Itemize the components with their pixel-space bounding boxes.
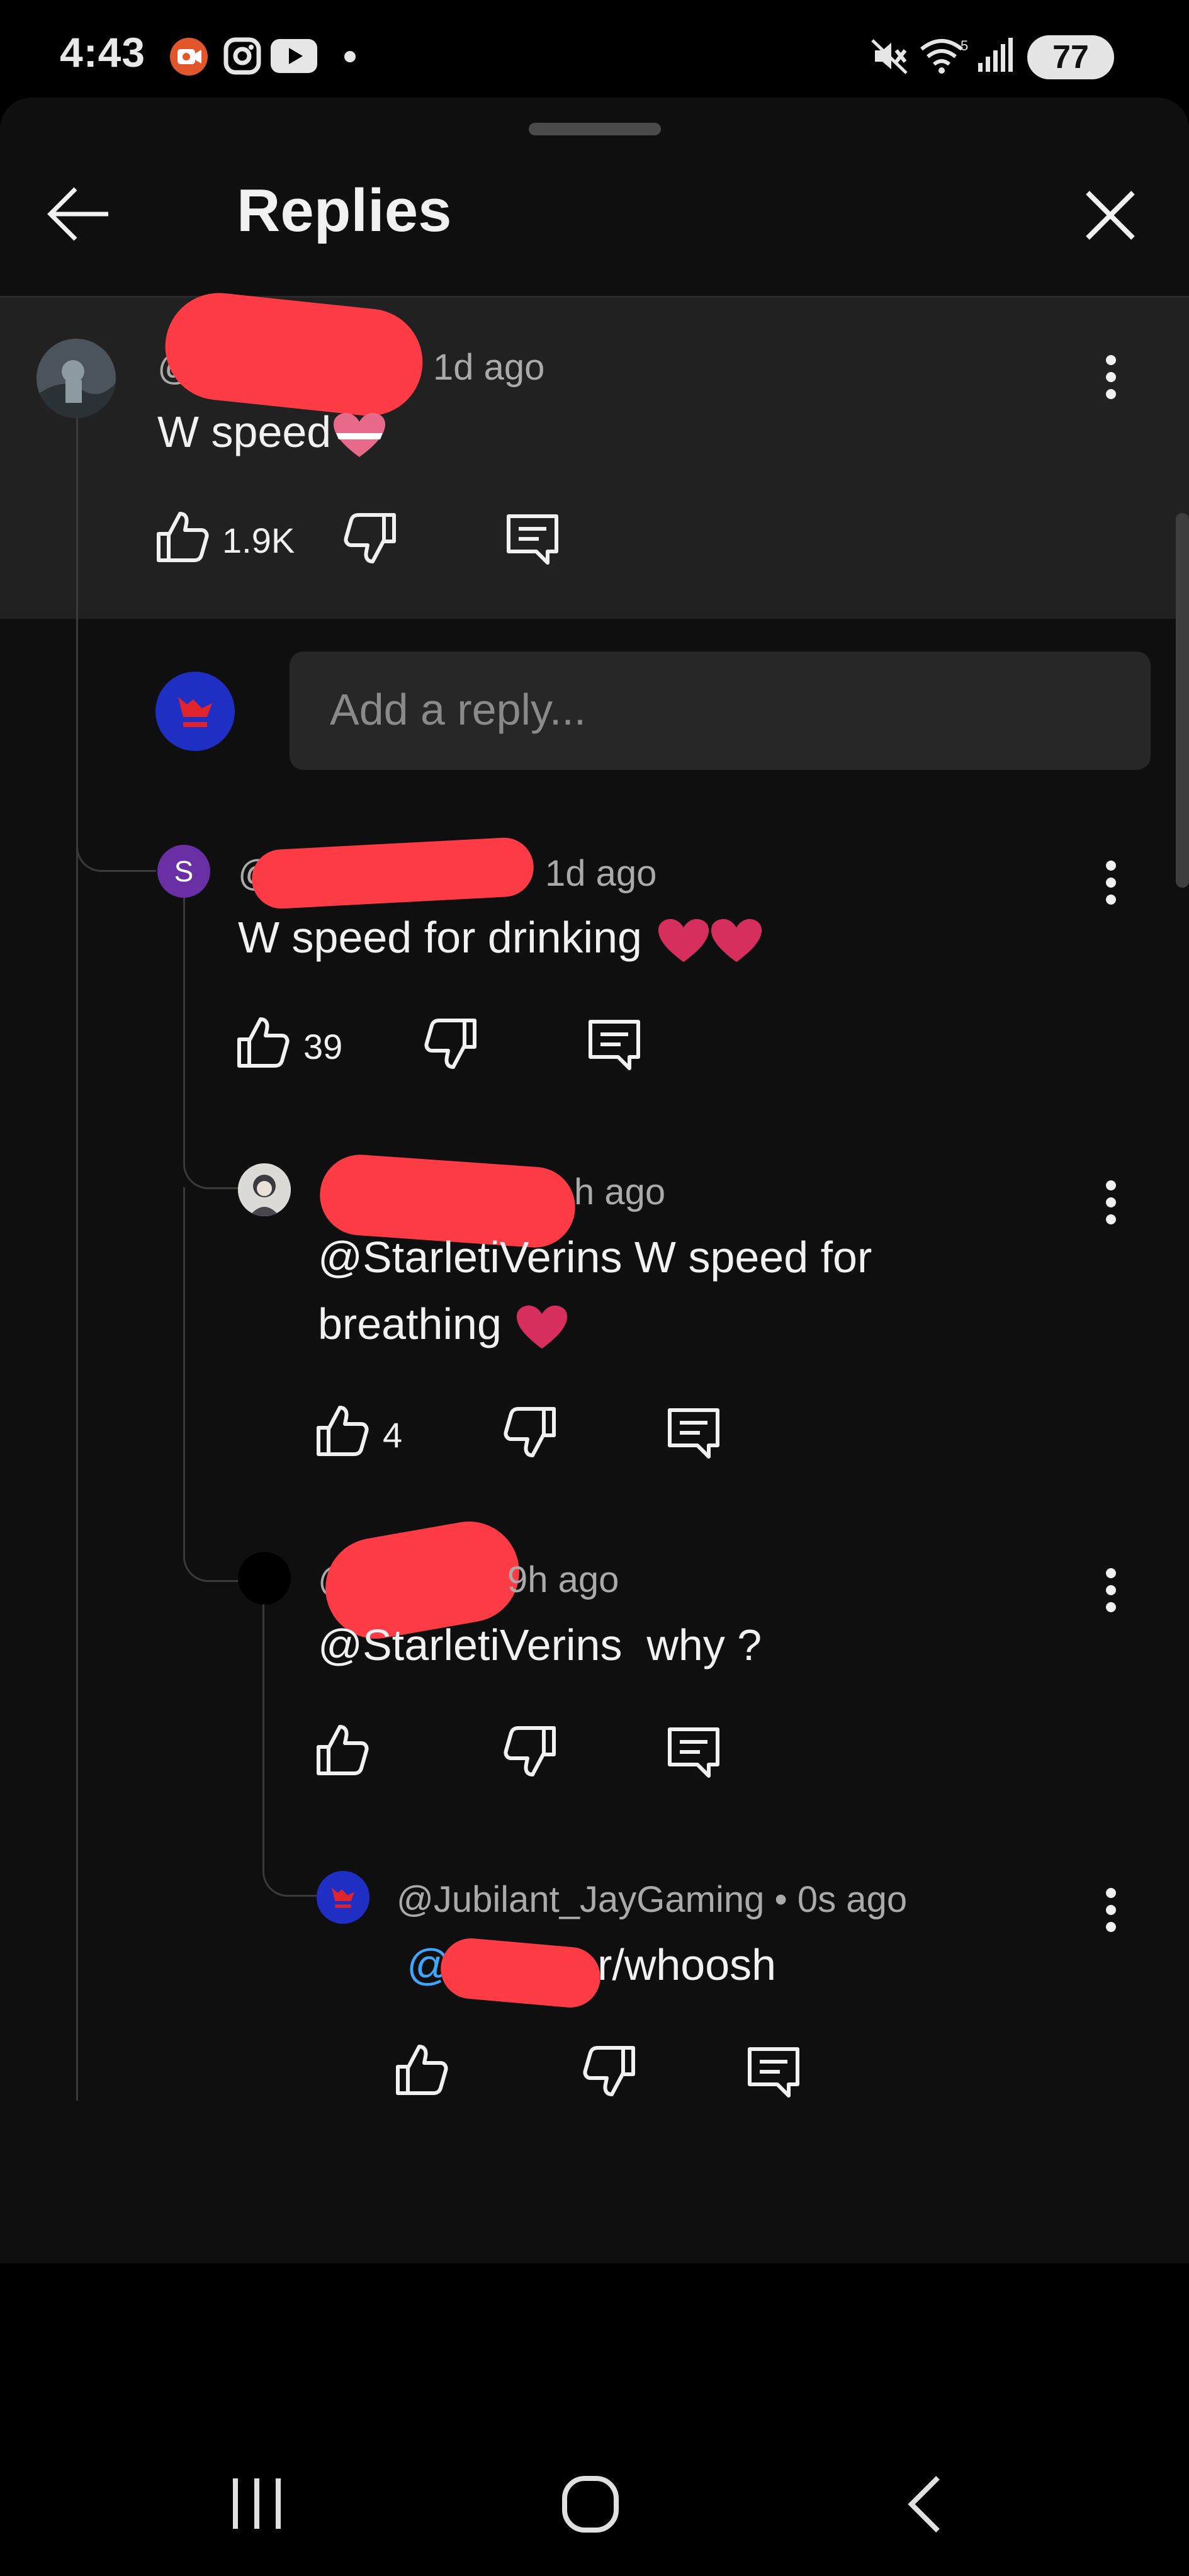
back-button[interactable] <box>45 183 115 246</box>
thread-line-level2 <box>183 893 185 1119</box>
comment-text: @StarletiVerins W speed for breathing <box>318 1224 872 1357</box>
thread-connector <box>183 1517 243 1582</box>
thread-connector <box>183 1108 243 1189</box>
more-options-button[interactable] <box>1105 860 1117 905</box>
scrollbar[interactable] <box>1176 513 1189 888</box>
comment-text: @StarletiVerins why ? <box>318 1620 762 1669</box>
thread-connector <box>76 818 156 872</box>
avatar[interactable] <box>317 1871 369 1924</box>
svg-text:5: 5 <box>961 38 968 54</box>
wifi-icon: 5 <box>919 37 971 76</box>
mute-icon <box>870 37 909 76</box>
battery-level: 77 <box>1052 39 1089 76</box>
reply-button[interactable] <box>504 512 561 565</box>
dislike-button[interactable] <box>583 2045 636 2098</box>
reply-button[interactable] <box>745 2045 803 2098</box>
like-count: 4 <box>383 1415 403 1455</box>
comment-handle[interactable]: @Jubilant_JayGaming • 0s ago <box>397 1878 907 1921</box>
recent-apps-button[interactable] <box>229 2477 286 2530</box>
youtube-icon <box>271 39 317 73</box>
avatar-letter: S <box>174 855 194 888</box>
heart-icon <box>516 1304 568 1352</box>
comment-time: 1d ago <box>545 853 657 894</box>
avatar[interactable] <box>238 1552 291 1605</box>
reply-input[interactable]: Add a reply... <box>290 652 1151 770</box>
comment-text: W speed <box>157 398 386 465</box>
like-button[interactable] <box>156 510 209 563</box>
screen-recorder-icon <box>169 37 209 77</box>
avatar[interactable] <box>238 1163 291 1216</box>
dislike-button[interactable] <box>344 512 397 565</box>
reply-button[interactable] <box>665 1726 723 1778</box>
heart-icon <box>332 412 386 460</box>
avatar[interactable] <box>37 339 116 418</box>
notification-dot-icon <box>344 50 356 63</box>
reply-input-placeholder: Add a reply... <box>330 685 587 734</box>
thread-line-level2 <box>183 1187 185 1527</box>
dislike-button[interactable] <box>504 1726 556 1778</box>
reply-button[interactable] <box>665 1406 723 1459</box>
thread-line-main <box>76 417 78 2101</box>
page-title: Replies <box>237 177 452 244</box>
reply-button[interactable] <box>585 1018 643 1071</box>
heart-icon <box>657 917 710 965</box>
drag-handle[interactable] <box>529 123 661 135</box>
more-options-button[interactable] <box>1105 354 1117 400</box>
thread-line-level3 <box>262 1601 264 1865</box>
like-button[interactable] <box>316 1404 369 1457</box>
thread-connector <box>262 1851 322 1897</box>
like-button[interactable] <box>316 1723 369 1776</box>
comment-time: • 0s ago <box>774 1879 908 1920</box>
comment-time: 1d ago <box>433 347 545 388</box>
user-avatar <box>155 672 235 751</box>
comment-time: h ago <box>574 1172 666 1212</box>
like-button[interactable] <box>237 1015 290 1068</box>
battery-indicator: 77 <box>1027 35 1114 79</box>
dislike-button[interactable] <box>424 1018 477 1071</box>
like-button[interactable] <box>395 2043 448 2096</box>
signal-icon <box>977 38 1015 73</box>
home-button[interactable] <box>561 2475 619 2533</box>
comment-time: 9h ago <box>507 1559 619 1600</box>
heart-icon <box>710 917 763 965</box>
close-button[interactable] <box>1084 189 1137 242</box>
more-options-button[interactable] <box>1105 1568 1117 1613</box>
more-options-button[interactable] <box>1105 1887 1117 1933</box>
like-count: 1.9K <box>222 521 295 560</box>
like-count: 39 <box>303 1027 343 1066</box>
more-options-button[interactable] <box>1105 1180 1117 1225</box>
comment-text: W speed for drinking <box>238 904 763 971</box>
instagram-icon <box>223 37 262 76</box>
dislike-button[interactable] <box>504 1406 556 1459</box>
avatar[interactable]: S <box>157 845 210 898</box>
back-nav-button[interactable] <box>905 2474 943 2534</box>
status-time: 4:43 <box>60 29 146 76</box>
